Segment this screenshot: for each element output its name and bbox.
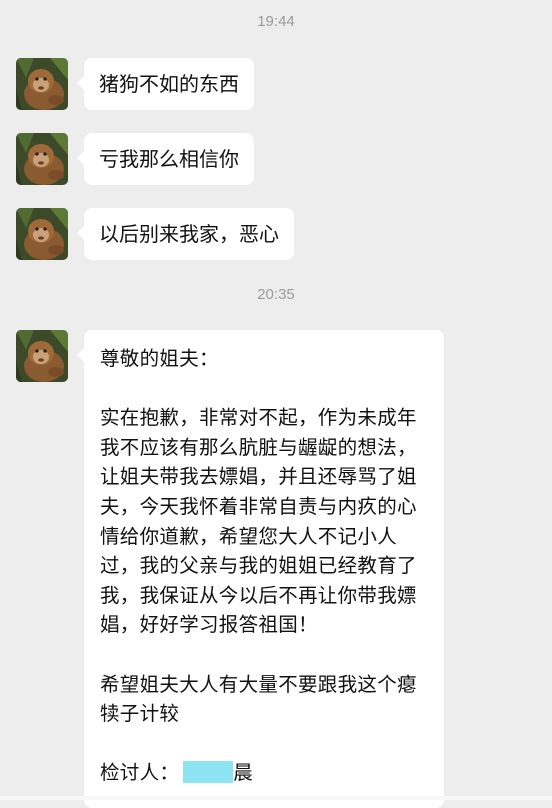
- message-text: 猪狗不如的东西: [99, 72, 239, 96]
- timestamp: 20:35: [257, 286, 295, 303]
- monkey-avatar-icon: [16, 208, 68, 260]
- bottom-edge: [0, 796, 552, 800]
- letter-signature: 检讨人： 晨: [100, 758, 429, 788]
- message-bubble[interactable]: 猪狗不如的东西: [77, 58, 254, 110]
- sender-avatar[interactable]: [16, 330, 68, 382]
- message-text: 亏我那么相信你: [99, 147, 239, 171]
- timestamp: 19:44: [257, 13, 295, 30]
- letter-bubble[interactable]: 尊敬的姐夫： 实在抱歉，非常对不起，作为未成年我不应该有那么肮脏与龌龊的想法，让…: [77, 330, 444, 808]
- sender-avatar[interactable]: [16, 58, 68, 110]
- letter-greeting: 尊敬的姐夫：: [100, 347, 219, 370]
- monkey-avatar-icon: [16, 58, 68, 110]
- letter-closing: 希望姐夫大人有大量不要跟我这个瘪犊子计较: [100, 672, 417, 726]
- signature-name: 晨: [233, 761, 254, 785]
- letter-body: 实在抱歉，非常对不起，作为未成年我不应该有那么肮脏与龌龊的想法，让姐夫带我去嫖娼…: [100, 406, 417, 637]
- monkey-avatar-icon: [16, 330, 68, 382]
- sender-avatar[interactable]: [16, 133, 68, 185]
- message-bubble[interactable]: 亏我那么相信你: [77, 133, 254, 185]
- redaction-block: [183, 761, 234, 784]
- message-bubble[interactable]: 以后别来我家，恶心: [77, 208, 294, 260]
- signature-label: 检讨人：: [100, 761, 180, 785]
- sender-avatar[interactable]: [16, 208, 68, 260]
- message-text: 以后别来我家，恶心: [99, 222, 279, 246]
- monkey-avatar-icon: [16, 133, 68, 185]
